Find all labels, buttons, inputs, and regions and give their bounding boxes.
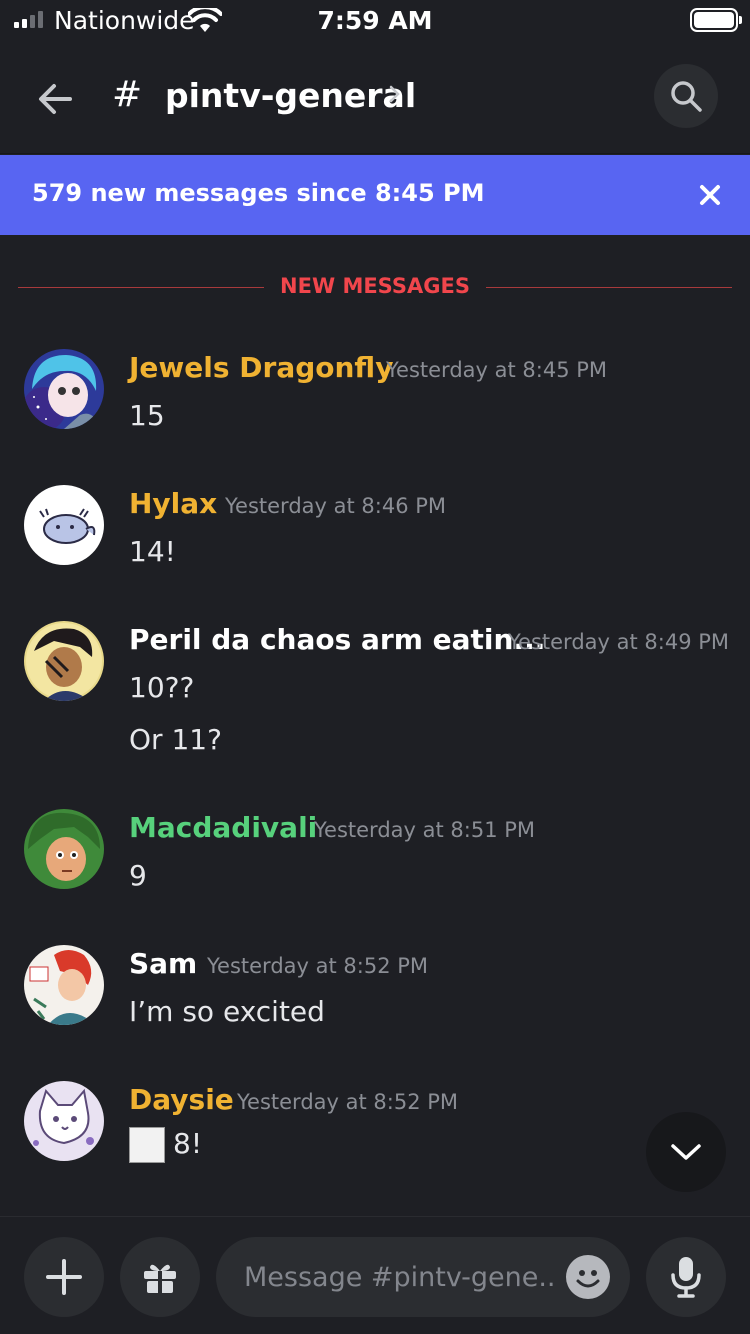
message-timestamp: Yesterday at 8:52 PM [237,1090,459,1114]
emoji-picker-button[interactable] [566,1255,610,1299]
message-text: 15 [129,399,165,432]
avatar[interactable] [24,945,104,1025]
gift-icon [144,1264,176,1293]
message-text: 8! [173,1127,203,1160]
channel-name[interactable]: pintv-general [165,76,416,115]
plus-icon [46,1259,82,1295]
message-content: 8! [129,1127,202,1163]
author-name[interactable]: Jewels Dragonfly [129,351,393,384]
message-timestamp: Yesterday at 8:51 PM [314,818,536,842]
search-button[interactable] [654,64,718,128]
message-timestamp: Yesterday at 8:49 PM [508,630,730,654]
author-name[interactable]: Peril da chaos arm eatin... [129,623,545,656]
search-icon [671,81,702,112]
author-name[interactable]: Daysie [129,1083,234,1116]
channel-hash-icon: # [112,74,143,115]
close-icon[interactable] [692,177,728,213]
author-name[interactable]: Sam [129,947,197,980]
message-text: I’m so excited [129,995,325,1028]
message-text: 9 [129,859,147,892]
avatar[interactable] [24,809,104,889]
channel-header: # pintv-general [0,44,750,154]
message-timestamp: Yesterday at 8:46 PM [225,494,447,518]
gift-button[interactable] [120,1237,200,1317]
signal-strength-icon [14,10,43,28]
wifi-icon [188,8,222,32]
new-messages-label: NEW MESSAGES [264,274,486,298]
add-attachment-button[interactable] [24,1237,104,1317]
status-bar: Nationwide 7:59 AM [0,0,750,44]
message-text: 10?? [129,671,195,704]
battery-icon [690,8,742,32]
chevron-down-icon [671,1144,701,1160]
chevron-right-icon[interactable] [388,84,402,104]
message-input[interactable] [244,1255,554,1299]
message-timestamp: Yesterday at 8:45 PM [386,358,608,382]
scroll-to-bottom-button[interactable] [646,1112,726,1192]
message-text: 14! [129,535,176,568]
avatar[interactable] [24,485,104,565]
message-composer [0,1216,750,1334]
message-timestamp: Yesterday at 8:52 PM [207,954,429,978]
new-messages-divider: NEW MESSAGES [18,270,732,306]
message-text: Or 11? [129,723,222,756]
new-messages-banner-text: 579 new messages since 8:45 PM [32,179,485,207]
avatar[interactable] [24,349,104,429]
custom-emoji-icon [129,1127,165,1163]
new-messages-banner[interactable]: 579 new messages since 8:45 PM [0,155,750,235]
avatar[interactable] [24,621,104,701]
microphone-icon [671,1257,701,1298]
message-input-container[interactable] [216,1237,630,1317]
voice-message-button[interactable] [646,1237,726,1317]
back-arrow-icon[interactable] [30,74,80,124]
author-name[interactable]: Macdadivali [129,811,317,844]
avatar[interactable] [24,1081,104,1161]
author-name[interactable]: Hylax [129,487,217,520]
emoji-icon [576,1270,600,1288]
carrier-name: Nationwide [54,6,195,35]
